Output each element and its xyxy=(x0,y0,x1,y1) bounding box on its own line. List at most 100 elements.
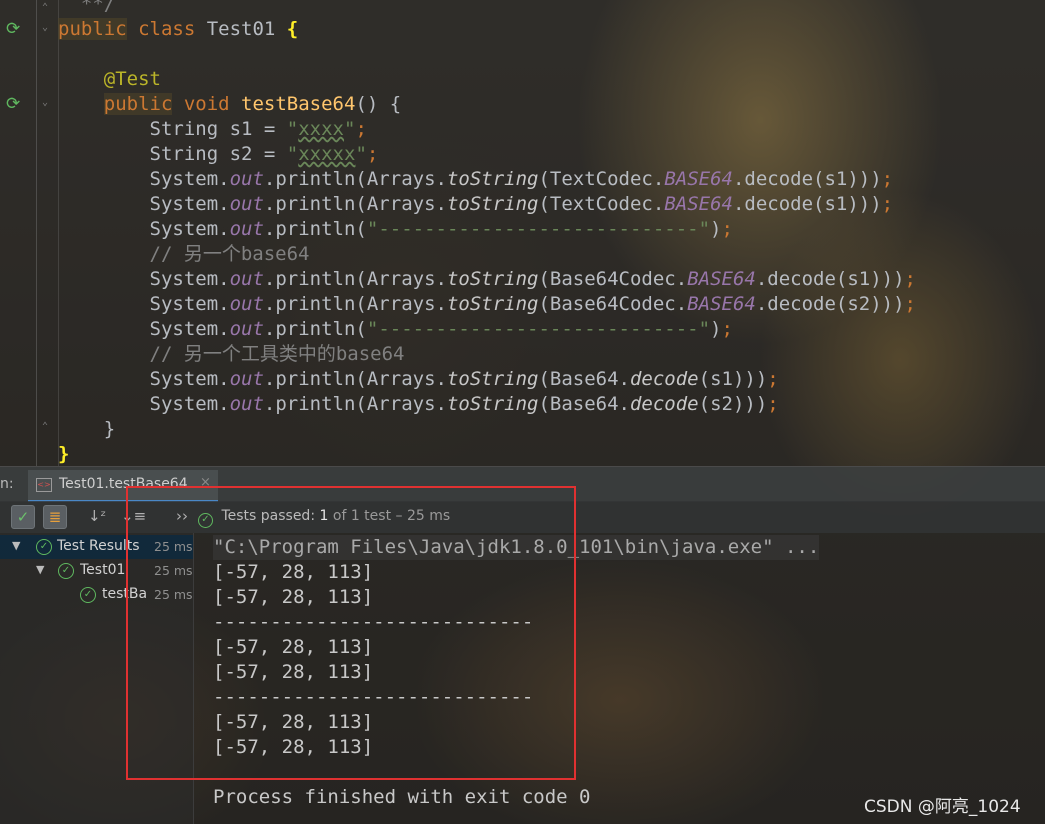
code-token: out xyxy=(229,293,264,315)
code-token: out xyxy=(229,268,264,290)
code-token: } xyxy=(58,443,70,465)
tree-item-test01[interactable]: ▼ ✓ Test01 25 ms xyxy=(0,559,193,583)
code-line[interactable]: public class Test01 { xyxy=(58,17,298,42)
fold-icon[interactable]: ⌃ xyxy=(42,421,52,433)
show-passed-button[interactable]: ✓ xyxy=(11,505,35,529)
sort-duration-icon[interactable]: ⇣≡ xyxy=(121,507,146,525)
java-class-icon: <> xyxy=(36,478,52,492)
code-token: " xyxy=(286,118,299,140)
code-line[interactable]: System.out.println(Arrays.toString(TextC… xyxy=(58,192,894,217)
status-count: 1 xyxy=(319,508,329,524)
code-token: (s2))) xyxy=(698,393,768,415)
code-token: .println(Arrays. xyxy=(263,193,447,215)
pass-check-icon: ✓ xyxy=(58,563,74,579)
code-line[interactable]: } xyxy=(58,442,69,467)
code-line[interactable]: **/ xyxy=(58,0,115,17)
code-line[interactable]: System.out.println("--------------------… xyxy=(58,217,733,242)
code-token: (TextCodec. xyxy=(538,168,665,190)
tree-item-label: testBa xyxy=(102,586,148,602)
fold-icon[interactable]: ⌄ xyxy=(42,97,52,109)
code-line[interactable]: // 另一个base64 xyxy=(58,242,310,267)
close-icon[interactable]: × xyxy=(200,475,211,490)
code-editor[interactable]: ⟳ ⟳ ⌃ ⌄ ⌄ ⌃ **/ public class Test01 { @Te… xyxy=(0,0,1045,466)
code-token: public xyxy=(58,18,127,40)
fold-icon[interactable]: ⌃ xyxy=(42,2,52,14)
test-runner-toolbar: ✓ ≣ ↓ᶻ ⇣≡ ›› ✓ Tests passed: 1 of 1 test… xyxy=(0,501,1045,533)
code-token: toString xyxy=(446,368,539,390)
code-token: ; xyxy=(721,318,733,340)
code-token: BASE64 xyxy=(664,168,733,190)
code-line[interactable]: public void testBase64() { xyxy=(58,92,401,117)
console-output[interactable]: "C:\Program Files\Java\jdk1.8.0_101\bin\… xyxy=(194,533,1045,824)
code-token: " xyxy=(286,143,299,165)
code-token: System. xyxy=(58,168,230,190)
tree-item-testbase64[interactable]: ✓ testBa 25 ms xyxy=(0,583,193,607)
code-line[interactable]: String s2 = "xxxxx"; xyxy=(58,142,379,167)
show-ignored-button[interactable]: ≣ xyxy=(43,505,67,529)
code-line[interactable]: System.out.println("--------------------… xyxy=(58,317,733,342)
code-line[interactable]: String s1 = "xxxx"; xyxy=(58,117,367,142)
code-token: testBase64 xyxy=(241,93,356,115)
code-line[interactable]: @Test xyxy=(58,67,161,92)
code-line[interactable]: System.out.println(Arrays.toString(Base6… xyxy=(58,267,917,292)
code-line[interactable]: System.out.println(Arrays.toString(Base6… xyxy=(58,392,779,417)
run-test-icon[interactable]: ⟳ xyxy=(6,95,24,113)
more-icon[interactable]: ›› xyxy=(176,507,188,525)
code-token: xxxx xyxy=(298,118,344,140)
console-line: [-57, 28, 113] xyxy=(213,661,374,683)
code-token: (Base64. xyxy=(538,368,630,390)
console-line: ---------------------------- xyxy=(213,611,534,633)
pass-check-icon: ✓ xyxy=(36,539,52,555)
status-label: Tests passed: xyxy=(221,508,316,524)
console-line: ---------------------------- xyxy=(213,686,534,708)
code-token: (s1))) xyxy=(698,368,768,390)
code-token: Test01 xyxy=(206,18,287,40)
code-token: ) xyxy=(710,318,722,340)
run-tab-bar: n: <> Test01.testBase64 × xyxy=(0,466,1045,502)
code-line[interactable]: System.out.println(Arrays.toString(TextC… xyxy=(58,167,894,192)
test-tree: ▼ ✓ Test Results 25 ms ▼ ✓ Test01 25 ms … xyxy=(0,533,194,824)
check-icon: ✓ xyxy=(16,508,30,526)
run-class-icon[interactable]: ⟳ xyxy=(6,20,24,38)
status-total: of 1 test xyxy=(332,508,392,524)
tab-run-config[interactable]: <> Test01.testBase64 × xyxy=(28,470,218,502)
code-token: out xyxy=(229,318,264,340)
code-token: toString xyxy=(446,293,539,315)
status-duration: – 25 ms xyxy=(395,508,451,524)
expand-arrow-icon[interactable]: ▼ xyxy=(36,563,44,576)
code-token: .decode(s2))) xyxy=(755,293,905,315)
code-line[interactable]: System.out.println(Arrays.toString(Base6… xyxy=(58,367,779,392)
expand-arrow-icon[interactable]: ▼ xyxy=(12,539,20,552)
console-line: [-57, 28, 113] xyxy=(213,636,374,658)
code-token: out xyxy=(229,218,264,240)
code-line[interactable]: } xyxy=(58,417,115,442)
code-line[interactable]: // 另一个工具类中的base64 xyxy=(58,342,405,367)
tree-item-time: 25 ms xyxy=(154,563,193,578)
code-token: System. xyxy=(58,293,230,315)
code-token: .println(Arrays. xyxy=(263,368,447,390)
sort-alpha-icon[interactable]: ↓ᶻ xyxy=(88,507,106,525)
code-token: toString xyxy=(446,193,539,215)
code-token: { xyxy=(286,18,299,40)
code-token: ; xyxy=(904,293,916,315)
gutter-divider xyxy=(36,0,37,466)
tree-item-test-results[interactable]: ▼ ✓ Test Results 25 ms xyxy=(0,535,193,559)
code-token: BASE64 xyxy=(687,268,756,290)
code-token: ; xyxy=(881,168,894,190)
code-token: } xyxy=(58,418,116,440)
code-token: ; xyxy=(904,268,916,290)
code-token: ; xyxy=(721,218,733,240)
code-token: System. xyxy=(58,368,230,390)
code-token: " xyxy=(355,143,367,165)
fold-icon[interactable]: ⌄ xyxy=(42,22,52,34)
code-token: ; xyxy=(767,393,779,415)
tree-item-label: Test01 xyxy=(80,562,126,578)
code-token: ) xyxy=(710,218,722,240)
code-token: decode xyxy=(629,368,699,390)
code-token: ; xyxy=(767,368,779,390)
code-token: void xyxy=(172,93,242,115)
code-line[interactable]: System.out.println(Arrays.toString(Base6… xyxy=(58,292,917,317)
code-token: toString xyxy=(446,268,539,290)
